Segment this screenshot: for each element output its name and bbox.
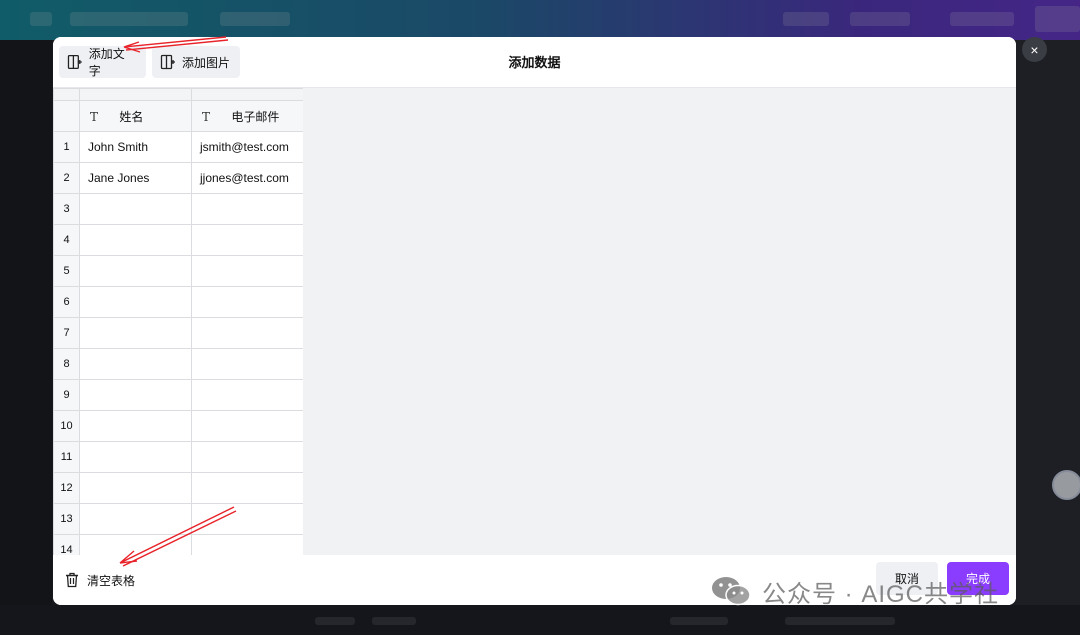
name-cell[interactable] [79,441,192,473]
text-type-icon: T [202,109,211,124]
watermark-text: 公众号 · AIGC共学社 [762,580,1000,608]
row-number: 4 [53,224,80,256]
row-number: 10 [53,410,80,442]
column-header-name[interactable]: T 姓名 [79,100,192,132]
email-cell[interactable] [191,472,303,504]
name-cell[interactable] [79,224,192,256]
row-number: 11 [53,441,80,473]
clear-table-button[interactable]: 清空表格 [65,569,135,591]
table-row: 4 [53,224,303,256]
email-cell[interactable] [191,255,303,287]
row-number: 9 [53,379,80,411]
add-text-label: 添加文字 [88,47,125,78]
table-row: 12 [53,472,303,504]
dialog-header: 添加数据 添加文字 添加图片 [53,37,1016,88]
table-row: 10 [53,410,303,442]
data-table: T 姓名 T 电子邮件 1 John Smith jsmith@test.com 2 J… [53,88,303,555]
watermark: 公众号 · AIGC共学社 [710,574,999,608]
name-cell[interactable] [79,348,192,380]
row-number: 5 [53,255,80,287]
email-cell[interactable] [191,224,303,256]
table-row: 11 [53,441,303,473]
row-number: 14 [53,534,80,555]
column-header-label: 电子邮件 [231,109,280,124]
table-row: 1 John Smith jsmith@test.com [53,131,303,163]
clear-table-label: 清空表格 [87,573,136,588]
email-cell[interactable] [191,441,303,473]
column-header-email[interactable]: T 电子邮件 [191,100,303,132]
table-row: 6 [53,286,303,318]
email-cell[interactable] [191,503,303,535]
name-cell[interactable] [79,379,192,411]
row-number: 2 [53,162,80,194]
table-row: 8 [53,348,303,380]
row-number: 13 [53,503,80,535]
row-number: 6 [53,286,80,318]
email-cell[interactable]: jjones@test.com [191,162,303,194]
row-number: 1 [53,131,80,163]
add-column-icon [160,54,175,70]
email-cell[interactable] [191,379,303,411]
row-number: 3 [53,193,80,225]
email-cell[interactable] [191,348,303,380]
row-number: 12 [53,472,80,504]
text-type-icon: T [90,109,99,124]
name-cell[interactable]: John Smith [79,131,192,163]
name-cell[interactable] [79,534,192,555]
name-cell[interactable] [79,193,192,225]
table-row: 5 [53,255,303,287]
column-header-label: 姓名 [119,109,144,124]
name-cell[interactable] [79,410,192,442]
table-row: 13 [53,503,303,535]
name-cell[interactable] [79,286,192,318]
row-number: 8 [53,348,80,380]
name-cell[interactable] [79,472,192,504]
data-area: T 姓名 T 电子邮件 1 John Smith jsmith@test.com 2 J… [53,88,1016,555]
add-column-icon [67,54,82,70]
data-table-container[interactable]: T 姓名 T 电子邮件 1 John Smith jsmith@test.com 2 J… [53,88,303,555]
table-row: 2 Jane Jones jjones@test.com [53,162,303,194]
add-image-button[interactable]: 添加图片 [152,46,240,78]
row-number-header [53,100,80,132]
table-top-strip [53,88,303,101]
add-data-dialog: 添加数据 添加文字 添加图片 T 姓名 T 电子邮件 1 John Smith … [53,37,1016,605]
close-icon[interactable]: × [1022,37,1047,62]
row-number: 7 [53,317,80,349]
wechat-icon [712,577,751,606]
email-cell[interactable]: jsmith@test.com [191,131,303,163]
email-cell[interactable] [191,410,303,442]
table-row: 7 [53,317,303,349]
email-cell[interactable] [191,286,303,318]
name-cell[interactable] [79,317,192,349]
name-cell[interactable]: Jane Jones [79,162,192,194]
email-cell[interactable] [191,534,303,555]
table-row: 14 [53,534,303,555]
table-row: 9 [53,379,303,411]
add-image-label: 添加图片 [182,55,231,70]
email-cell[interactable] [191,193,303,225]
add-text-button[interactable]: 添加文字 [59,46,146,78]
email-cell[interactable] [191,317,303,349]
trash-icon [66,572,78,588]
name-cell[interactable] [79,503,192,535]
table-row: 3 [53,193,303,225]
table-header-row: T 姓名 T 电子邮件 [53,100,303,132]
name-cell[interactable] [79,255,192,287]
